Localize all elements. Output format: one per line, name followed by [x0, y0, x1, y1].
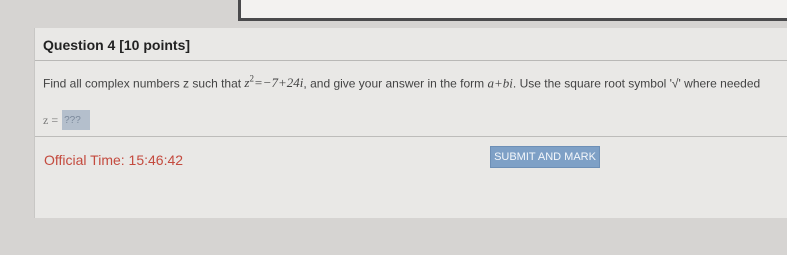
equation-rhs: =−7+24i	[253, 75, 304, 91]
question-divider	[35, 60, 787, 61]
question-text-prefix: Find all complex numbers z such that	[43, 76, 245, 91]
question-text-middle: , and give your answer in the form	[303, 76, 488, 91]
official-time-label: Official Time:	[44, 152, 125, 168]
official-time-value: 15:46:42	[128, 152, 184, 168]
official-time: Official Time: 15:46:42	[44, 152, 183, 168]
question-panel: Question 4 [10 points] Find all complex …	[34, 28, 787, 218]
question-title: Question 4 [10 points]	[43, 37, 191, 53]
top-panel-frame	[238, 0, 787, 21]
question-text: Find all complex numbers z such that z2=…	[43, 74, 760, 91]
answer-label: z =	[43, 112, 59, 127]
equation: z2=−7+24i	[244, 74, 304, 91]
submit-and-mark-button[interactable]: SUBMIT AND MARK	[490, 146, 600, 168]
answer-input[interactable]	[62, 110, 91, 130]
footer-divider	[35, 136, 787, 137]
question-text-suffix: . Use the square root symbol '√' where n…	[512, 76, 761, 91]
answer-form: a+bi	[487, 75, 513, 91]
answer-row: z =	[43, 110, 91, 130]
